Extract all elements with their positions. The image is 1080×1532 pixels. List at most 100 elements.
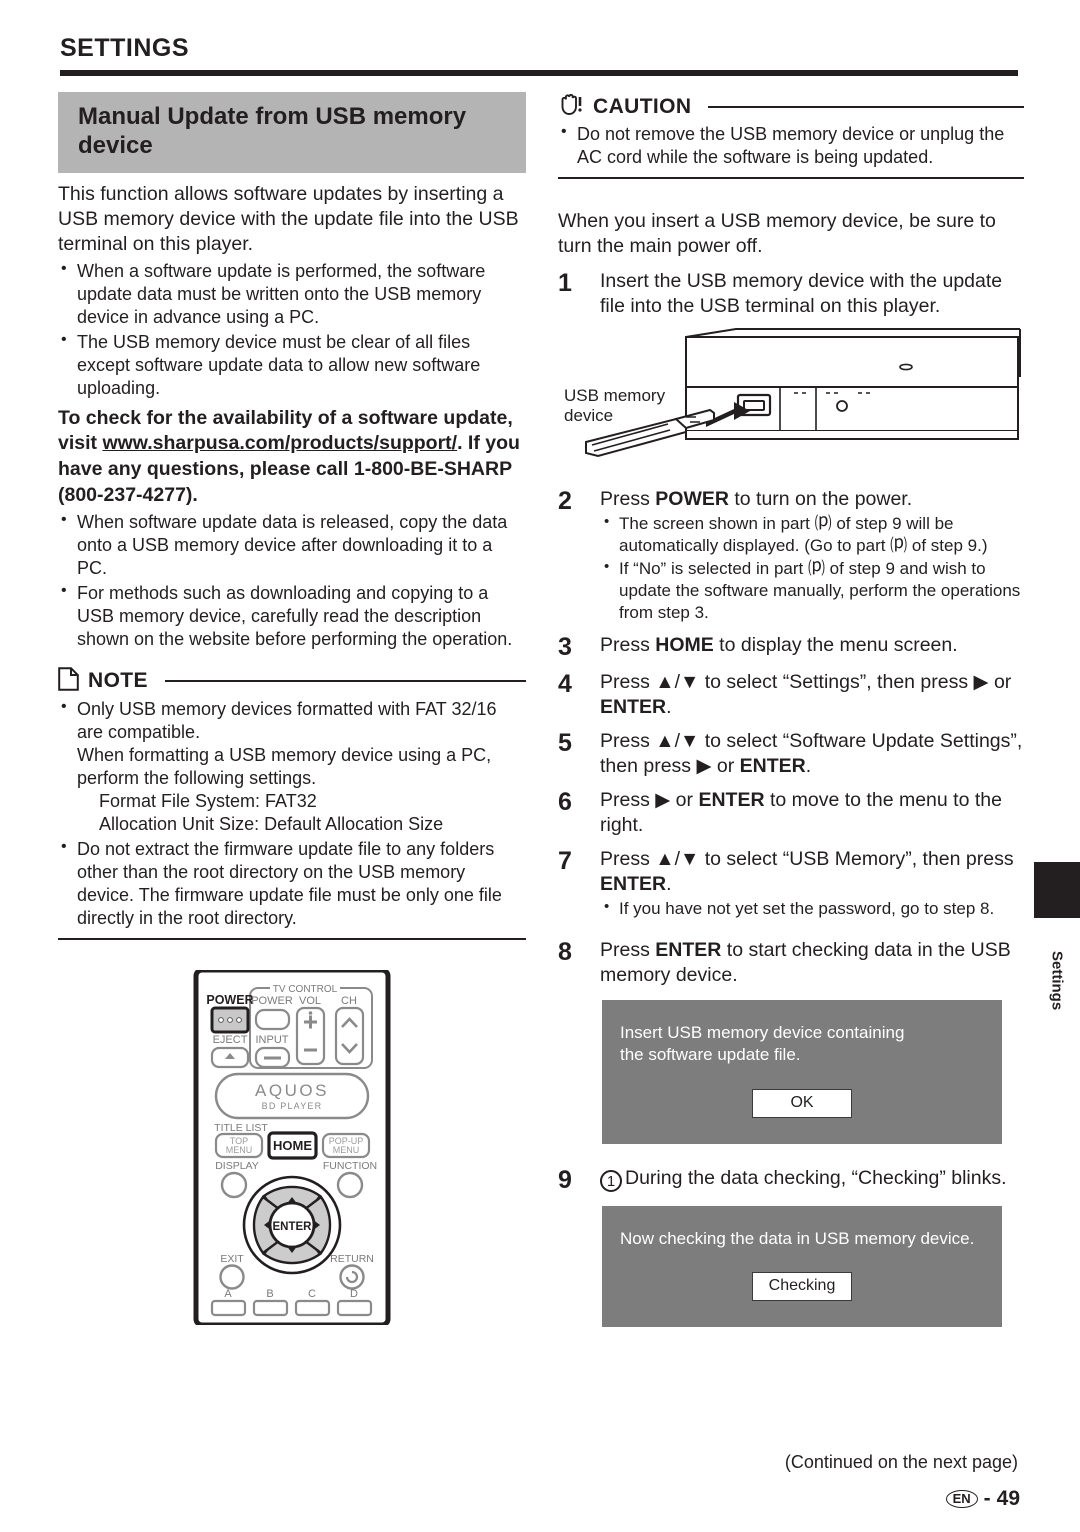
- up-arrow-icon: ▲: [655, 671, 675, 694]
- step-6: 6 Press ▶ or ENTER to move to the menu t…: [558, 788, 1024, 838]
- step-number: 3: [558, 633, 572, 662]
- power-label: POWER: [206, 993, 253, 1007]
- thumb-tab-block: [1034, 862, 1080, 918]
- exit-label: EXIT: [220, 1253, 244, 1265]
- right-column: CAUTION Do not remove the USB memory dev…: [558, 92, 1024, 1328]
- osd-message: Insert USB memory device containing the …: [602, 1022, 1002, 1067]
- caution-label: CAUTION: [593, 94, 692, 118]
- list-item: The screen shown in part ⒫ of step 9 wil…: [600, 512, 1024, 557]
- step-2-substeps: The screen shown in part ⒫ of step 9 wil…: [600, 512, 1024, 624]
- usb-caption-line1: USB memory: [564, 386, 666, 405]
- step-number: 9: [558, 1165, 572, 1194]
- step-body: Press POWER to turn on the power. The sc…: [600, 487, 1024, 624]
- support-url[interactable]: www.sharpusa.com/products/support/: [102, 432, 457, 454]
- list-item: If you have not yet set the password, go…: [600, 897, 1024, 920]
- step-number: 1: [558, 268, 572, 297]
- display-label: DISPLAY: [215, 1160, 259, 1172]
- list-item: When software update data is released, c…: [58, 510, 526, 580]
- usb-caption-line2: device: [564, 406, 613, 425]
- note-page-icon: [58, 667, 79, 696]
- home-button-label: HOME: [273, 1138, 312, 1153]
- note-item-extra: When formatting a USB memory device usin…: [77, 744, 492, 788]
- step-text: Press ▲/▼ to select “Software Update Set…: [600, 729, 1023, 777]
- function-label: FUNCTION: [323, 1160, 377, 1172]
- note-list: Only USB memory devices formatted with F…: [58, 697, 526, 930]
- side-thumb-tab: Settings: [1034, 862, 1080, 1036]
- list-item: If “No” is selected in part ⒫ of step 9 …: [600, 557, 1024, 624]
- osd-message-line2: the software update file.: [620, 1045, 801, 1065]
- right-arrow-icon: ▶: [973, 671, 989, 694]
- list-item: For methods such as downloading and copy…: [58, 581, 526, 651]
- note-rule: [164, 680, 526, 683]
- footer-dash: -: [983, 1487, 991, 1510]
- usb-player-svg: USB memory device: [564, 327, 1021, 457]
- step-text: Press ▶ or ENTER to move to the menu to …: [600, 788, 1002, 836]
- step-text: Press ▲/▼ to select “Settings”, then pre…: [600, 671, 1012, 719]
- svg-text:C: C: [308, 1288, 316, 1300]
- section-title: SETTINGS: [60, 34, 190, 62]
- left-column: Manual Update from USB memory device Thi…: [58, 92, 526, 1326]
- note-indented-1: Allocation Unit Size: Default Allocation…: [99, 814, 444, 835]
- manual-page: SETTINGS Manual Update from USB memory d…: [0, 0, 1080, 1532]
- step-text: Press ▲/▼ to select “USB Memory”, then p…: [600, 847, 1014, 895]
- step-9: 9 1 During the data checking, “Checking” …: [558, 1166, 1024, 1194]
- step-8: 8 Press ENTER to start checking data in …: [558, 938, 1024, 988]
- brand-sub-label: BD PLAYER: [262, 1101, 323, 1111]
- osd-dialog-checking: Now checking the data in USB memory devi…: [602, 1205, 1002, 1328]
- caution-header: CAUTION: [558, 92, 1024, 121]
- list-item: The USB memory device must be clear of a…: [58, 330, 526, 400]
- svg-text:A: A: [224, 1288, 232, 1300]
- availability-notice: To check for the availability of a softw…: [58, 406, 526, 509]
- caution-rule: [708, 105, 1024, 108]
- checking-button[interactable]: Checking: [752, 1272, 852, 1302]
- step-number: 7: [558, 846, 572, 875]
- tv-vol-label: VOL: [299, 995, 321, 1007]
- tv-control-label: TV CONTROL: [273, 984, 338, 995]
- intro-bullet-list: When a software update is performed, the…: [58, 259, 526, 400]
- note-header: NOTE: [58, 667, 526, 696]
- enter-button-label: ENTER: [273, 1221, 313, 1233]
- post-notice-bullet-list: When software update data is released, c…: [58, 510, 526, 651]
- down-arrow-icon: ▼: [680, 671, 700, 694]
- up-arrow-icon: ▲: [655, 847, 675, 870]
- hand-caution-icon: [558, 92, 584, 121]
- step-text: Press ENTER to start checking data in th…: [600, 938, 1011, 986]
- note-item-text: Only USB memory devices formatted with F…: [77, 698, 497, 742]
- language-badge: EN: [945, 1490, 978, 1508]
- note-indented-0: Format File System: FAT32: [99, 791, 317, 811]
- list-item: Only USB memory devices formatted with F…: [58, 697, 526, 836]
- eject-label: EJECT: [213, 1034, 248, 1046]
- list-item: Do not extract the firmware update file …: [58, 837, 526, 930]
- caution-list: Do not remove the USB memory device or u…: [558, 122, 1024, 169]
- step-2: 2 Press POWER to turn on the power. The …: [558, 487, 1024, 624]
- circled-number-1: 1: [600, 1169, 622, 1192]
- svg-text:B: B: [266, 1288, 273, 1300]
- step-4: 4 Press ▲/▼ to select “Settings”, then p…: [558, 670, 1024, 720]
- step-number: 4: [558, 670, 572, 699]
- tv-power-label: POWER: [251, 995, 293, 1007]
- ok-button[interactable]: OK: [752, 1088, 852, 1118]
- osd-message-line1: Now checking the data in USB memory devi…: [620, 1228, 975, 1248]
- step-text: Press POWER to turn on the power.: [600, 487, 913, 510]
- caution-bottom-rule: [558, 177, 1024, 180]
- title-list-label: TITLE LIST: [214, 1122, 268, 1134]
- footer-page: EN - 49: [945, 1487, 1020, 1511]
- svg-text:D: D: [350, 1288, 358, 1300]
- down-arrow-icon: ▼: [680, 729, 700, 752]
- step-number: 8: [558, 937, 572, 966]
- step-number: 6: [558, 787, 572, 816]
- down-arrow-icon: ▼: [680, 847, 700, 870]
- step-7: 7 Press ▲/▼ to select “USB Memory”, then…: [558, 847, 1024, 920]
- osd-message: Now checking the data in USB memory devi…: [602, 1228, 1002, 1250]
- step-body: Press ▲/▼ to select “USB Memory”, then p…: [600, 847, 1024, 920]
- note-label: NOTE: [88, 669, 148, 693]
- step-3: 3 Press HOME to display the menu screen.: [558, 633, 1024, 661]
- step-1: 1 Insert the USB memory device with the …: [558, 269, 1024, 319]
- footer-continued: (Continued on the next page): [784, 1452, 1018, 1472]
- step-number: 5: [558, 728, 572, 757]
- osd-message-line1: Insert USB memory device containing: [620, 1022, 905, 1042]
- step-text: 1 During the data checking, “Checking” bl…: [600, 1166, 1024, 1194]
- right-arrow-icon: ▶: [655, 788, 671, 811]
- title-divider: [60, 70, 1018, 76]
- brand-label: AQUOS: [255, 1081, 329, 1100]
